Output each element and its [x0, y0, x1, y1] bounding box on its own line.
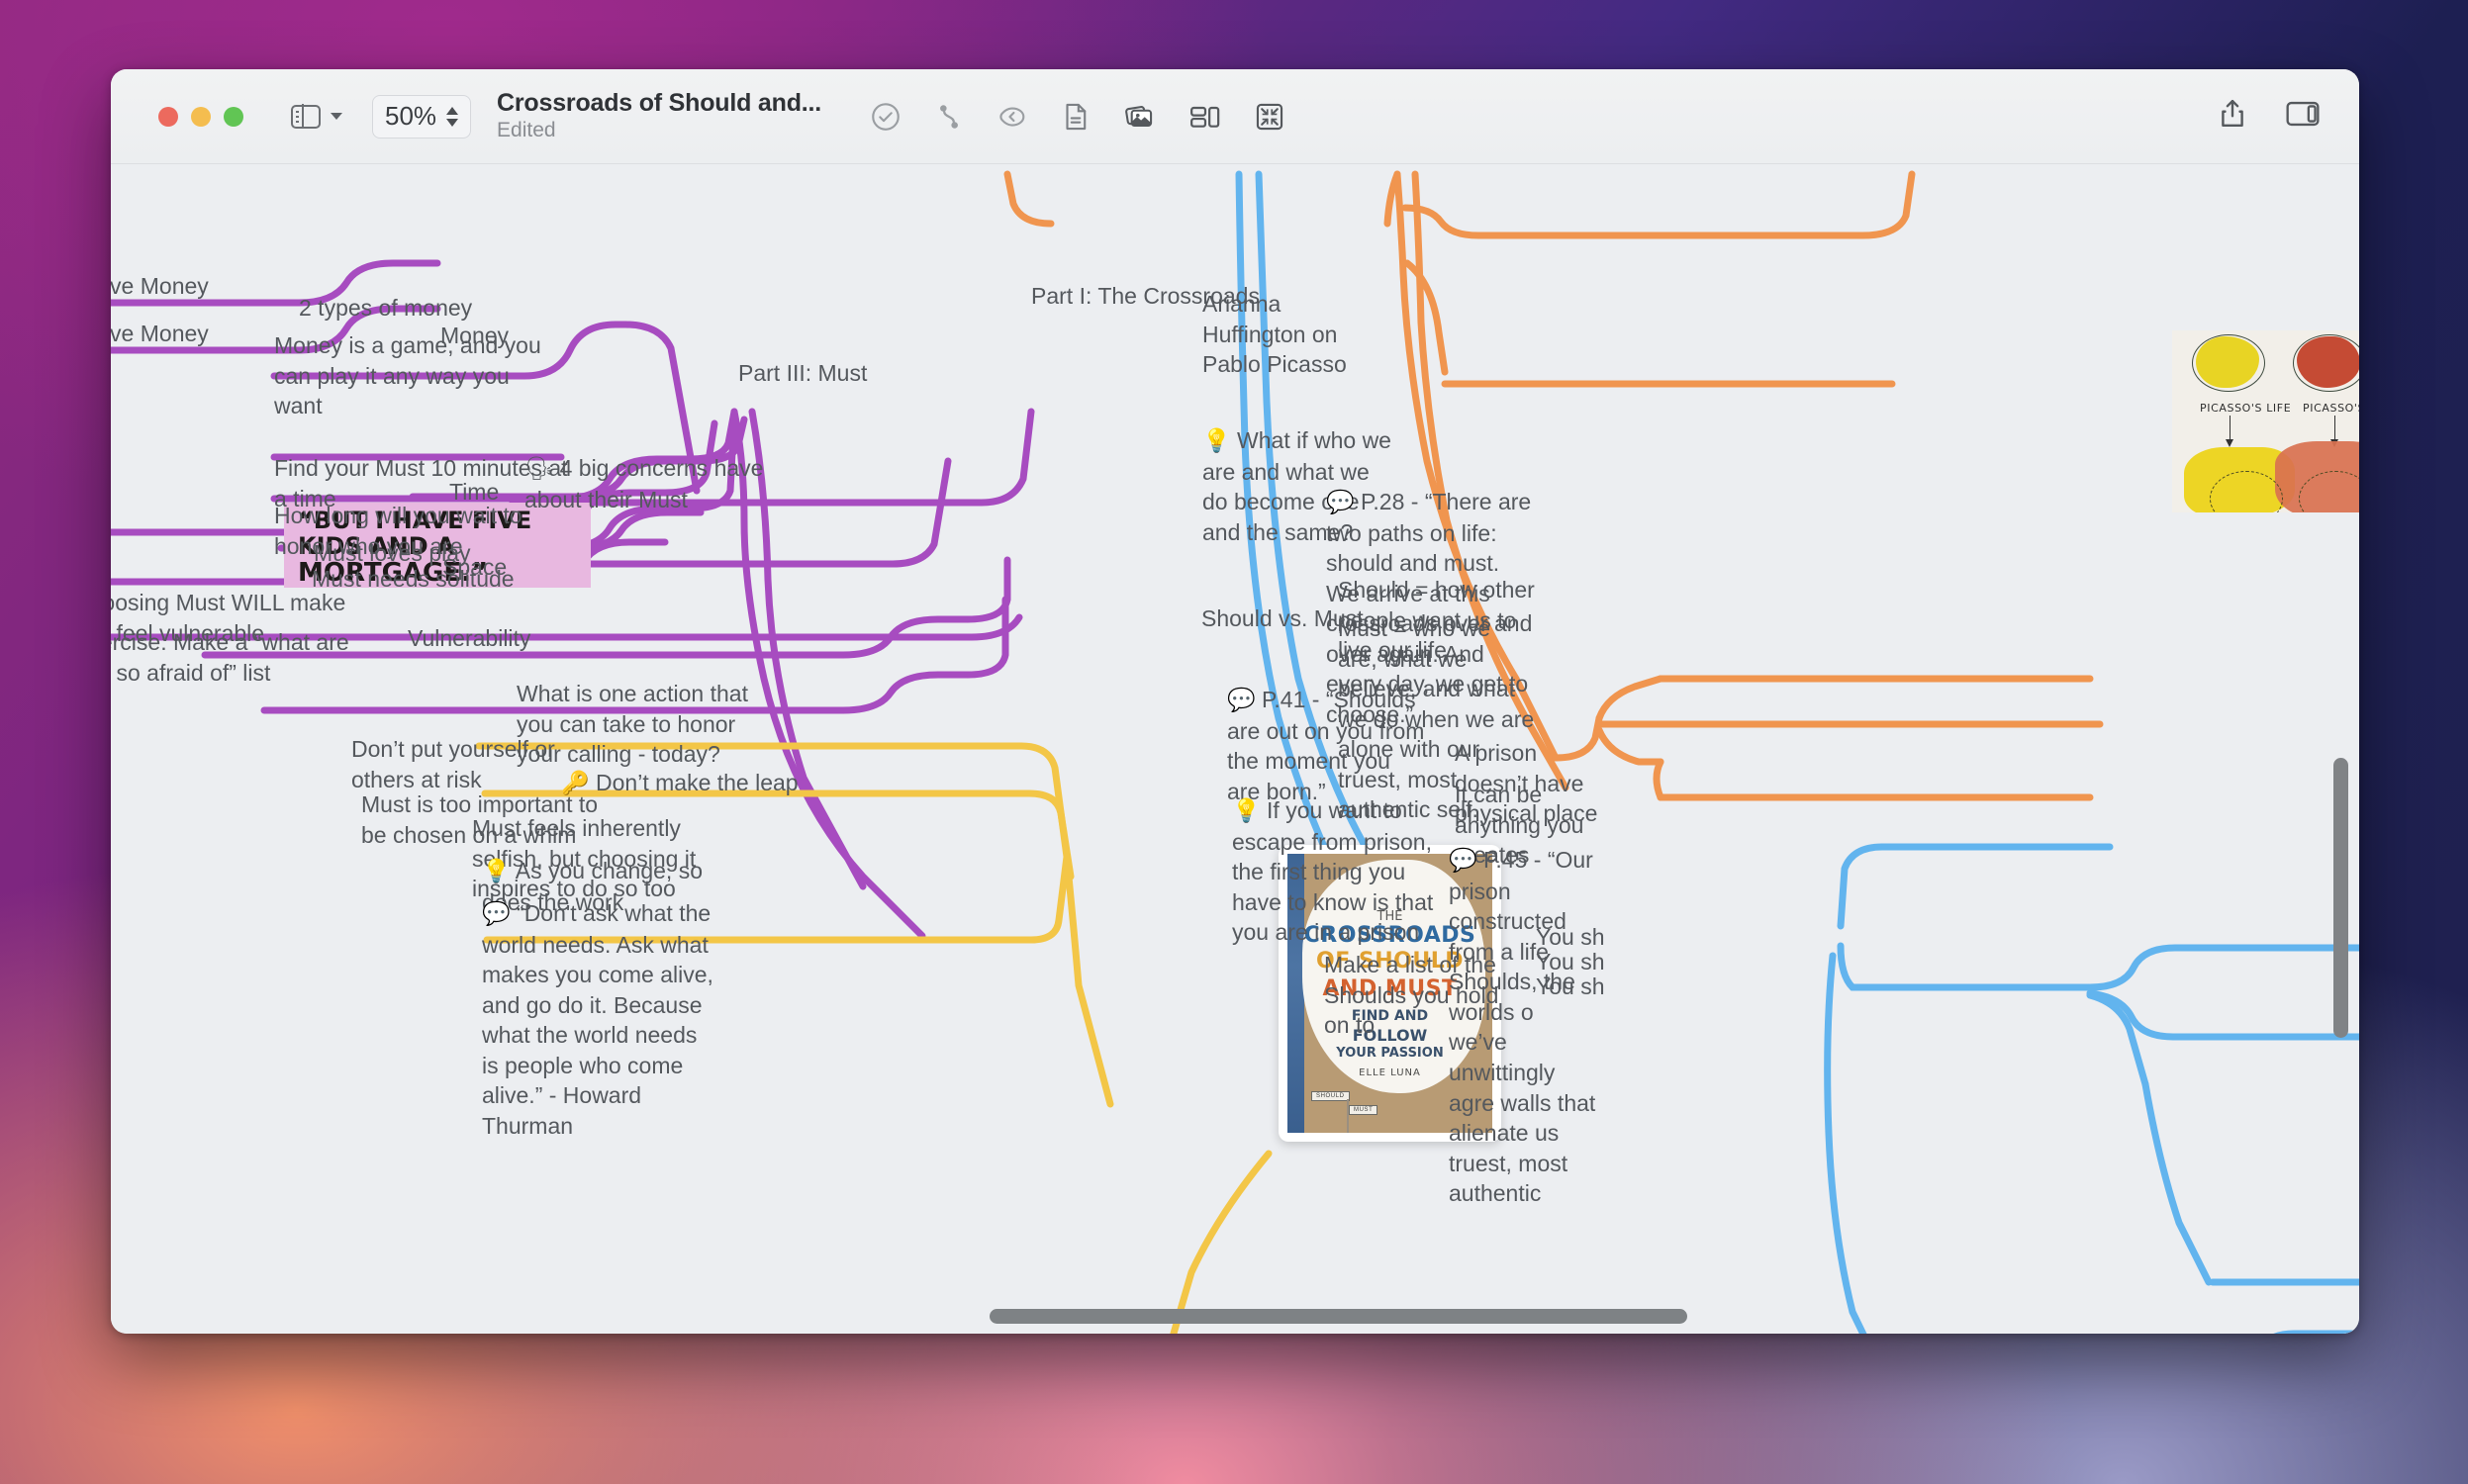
node-arianna-on-picasso[interactable]: Arianna Huffington on Pablo Picasso [1202, 289, 1390, 380]
sidebar-icon[interactable] [291, 104, 321, 129]
node-make-list-shoulds[interactable]: Make a list of the Shoulds you hold on t… [1324, 950, 1527, 1041]
chevron-down-icon[interactable] [331, 113, 342, 120]
task-check-icon[interactable] [869, 100, 902, 134]
node-have-money-2[interactable]: -Have Money [111, 319, 209, 349]
zoom-stepper[interactable] [446, 106, 459, 127]
node-exercise-afraid-list[interactable]: Exercise: Make a “what are you so afraid… [111, 627, 370, 688]
traffic-lights [158, 106, 243, 127]
node-part-iii-must[interactable]: Part III: Must [738, 358, 867, 389]
node-dont-make-the-leap-label: Don’t make the leap [596, 770, 799, 795]
node-you-sh-3[interactable]: You sh [1536, 972, 1605, 1002]
picasso-life-art-diagram[interactable]: PICASSO'S LIFE PICASSO'S ART [2172, 330, 2359, 512]
speech-icon: 💬 [482, 901, 511, 927]
boundary-icon[interactable] [996, 100, 1029, 134]
bulb-icon: 💡 [1202, 428, 1231, 454]
node-howard-thurman-quote[interactable]: 💬 “Don't ask what the world needs. Ask w… [482, 898, 719, 1142]
layout-icon[interactable] [1187, 100, 1223, 134]
node-money-game[interactable]: Money is a game, and you can play it any… [274, 330, 561, 421]
images-icon[interactable] [1122, 100, 1158, 134]
minimize-button[interactable] [191, 106, 211, 127]
speech-icon: 💬 [1449, 848, 1477, 874]
toolbar-icon-group [869, 100, 1286, 134]
signpost-should: SHOULD [1311, 1091, 1350, 1101]
inspector-panel-icon[interactable] [2284, 97, 2322, 136]
picasso-caption-life: PICASSO'S LIFE [2200, 402, 2292, 415]
bulb-icon: 💡 [1232, 798, 1261, 824]
node-vulnerability[interactable]: Vulnerability [408, 623, 530, 654]
horizontal-scrollbar[interactable] [990, 1309, 1687, 1324]
head-icon: 🗣 [524, 456, 554, 482]
picasso-caption-art: PICASSO'S ART [2303, 402, 2359, 415]
stepper-down-icon[interactable] [446, 118, 459, 127]
zoom-value[interactable]: 50% [385, 101, 436, 132]
speech-icon: 💬 [1227, 688, 1256, 713]
node-have-money-1[interactable]: -Have Money [111, 271, 209, 302]
relationship-link-icon[interactable] [932, 100, 966, 134]
toolbar-right-group [2215, 96, 2335, 137]
speech-icon: 💬 [1326, 490, 1355, 515]
node-p41-quote[interactable]: 💬 P.41 - “Shoulds are out on you from th… [1227, 685, 1425, 806]
vertical-scrollbar[interactable] [2333, 758, 2348, 1038]
signpost-must: MUST [1349, 1105, 1378, 1115]
bulb-icon: 💡 [482, 859, 511, 884]
note-document-icon[interactable] [1059, 100, 1092, 134]
sidebar-toggle-group[interactable] [291, 104, 342, 129]
mindmap-canvas[interactable]: “BUT I HAVE FIVE KIDS AND A MORTGAGE.” P… [111, 164, 2359, 1334]
maximize-button[interactable] [224, 106, 243, 127]
node-howard-thurman-label: “Don't ask what the world needs. Ask wha… [482, 900, 720, 1140]
app-window: 50% Crossroads of Should and... Edited “… [111, 69, 2359, 1334]
document-title-block: Crossroads of Should and... Edited [497, 89, 821, 142]
document-status: Edited [497, 118, 556, 141]
focus-collapse-icon[interactable] [1253, 100, 1286, 134]
stepper-up-icon[interactable] [446, 106, 459, 115]
zoom-control[interactable]: 50% [372, 94, 472, 139]
node-escape-prison-label: If you want to escape from prison, the f… [1232, 797, 1440, 946]
share-icon[interactable] [2215, 96, 2250, 137]
node-escape-prison[interactable]: 💡 If you want to escape from prison, the… [1232, 795, 1445, 948]
window-toolbar: 50% Crossroads of Should and... Edited [111, 69, 2359, 164]
close-button[interactable] [158, 106, 178, 127]
node-p41-label: P.41 - “Shoulds are out on you from the … [1227, 687, 1431, 804]
node-money[interactable]: Money [440, 321, 509, 351]
node-two-types-of-money[interactable]: 2 types of money [299, 293, 472, 324]
page-title: Crossroads of Should and... [497, 89, 822, 118]
